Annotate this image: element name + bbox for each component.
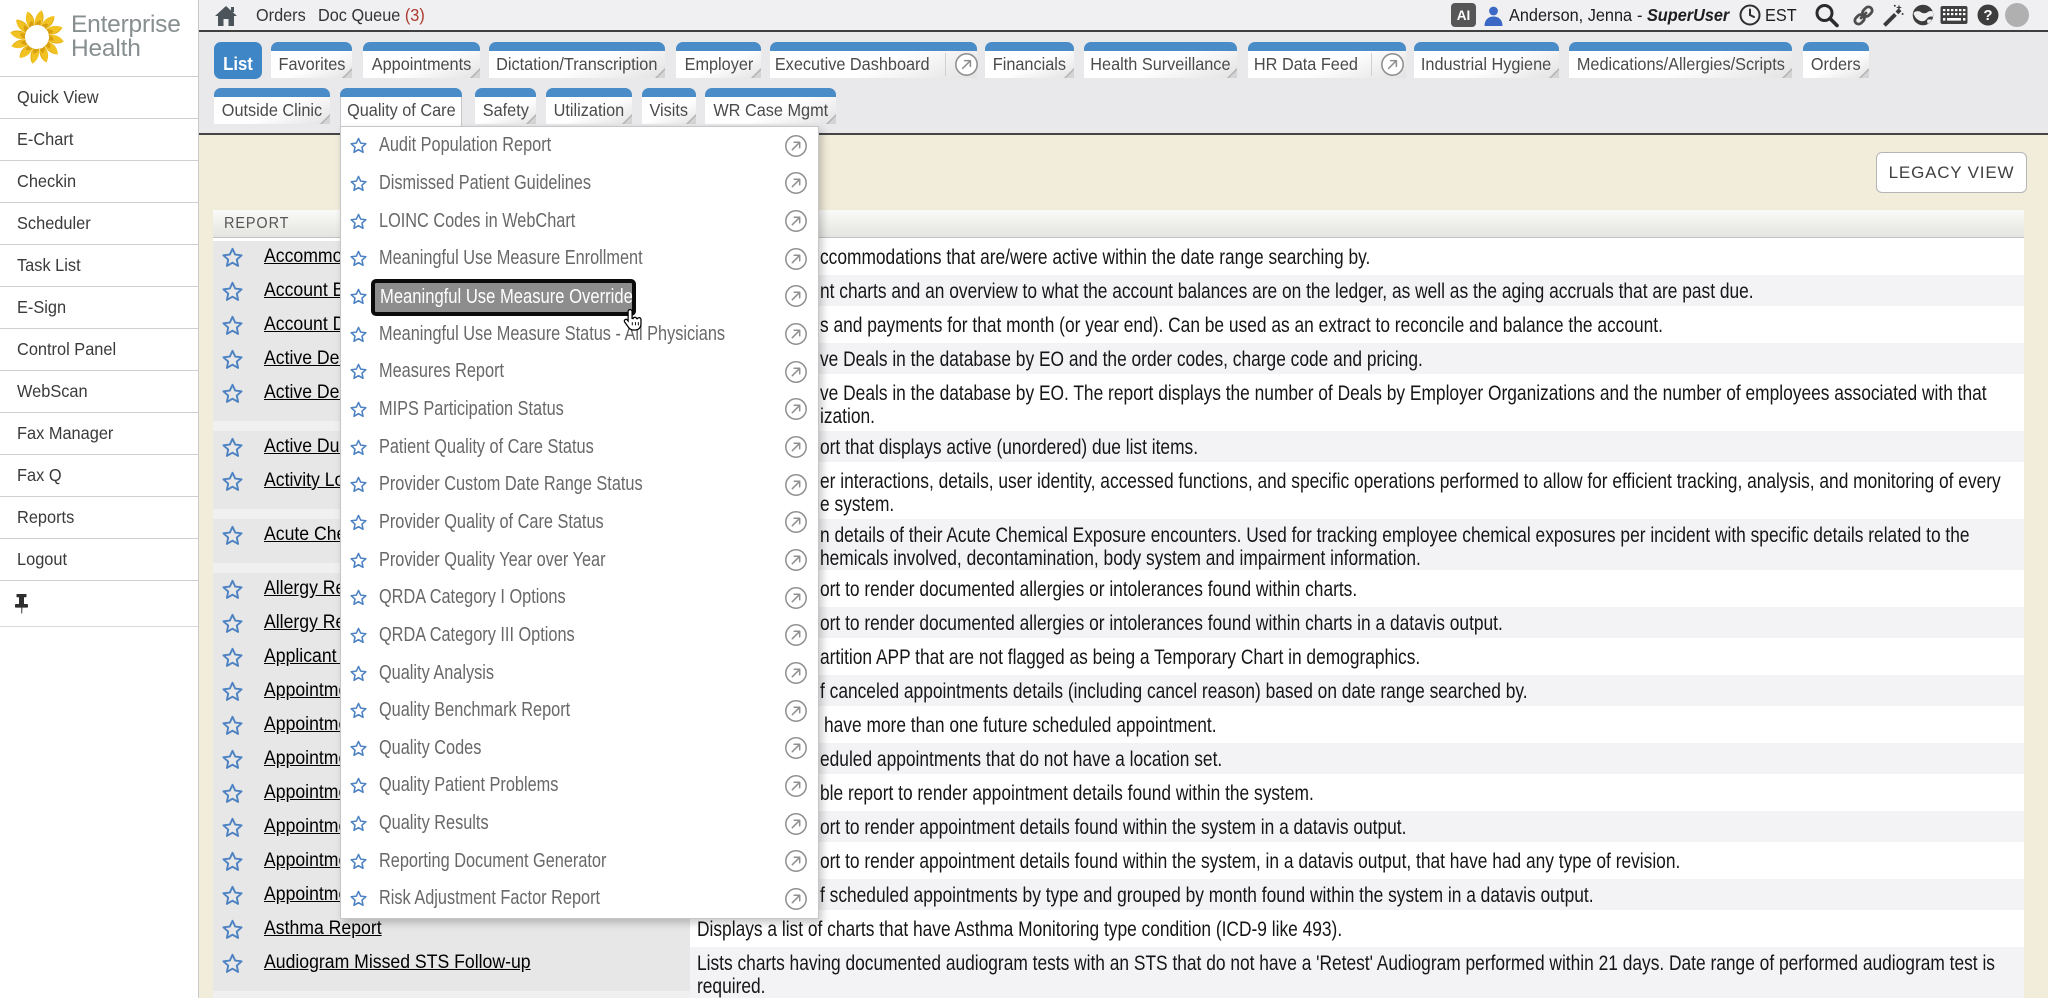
svg-text:?: ?	[1983, 7, 1992, 24]
